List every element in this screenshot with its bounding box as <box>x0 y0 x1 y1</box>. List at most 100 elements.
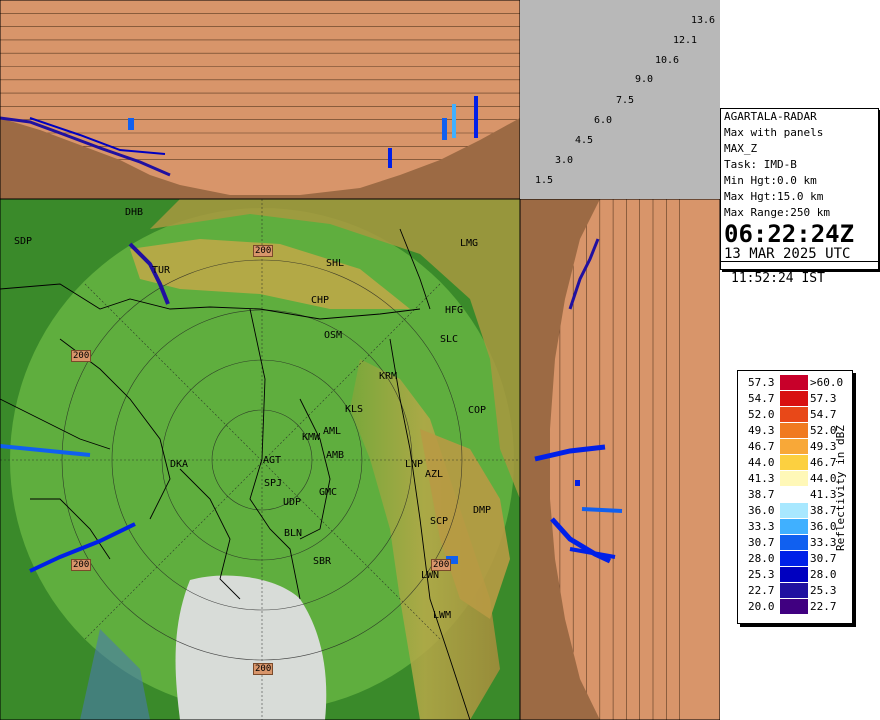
min-height: Min Hgt:0.0 km <box>724 174 817 187</box>
legend-min-value: 44.0 <box>748 456 775 469</box>
city-label: KLS <box>345 404 364 415</box>
legend-min-value: 28.0 <box>748 552 775 565</box>
city-label: LWM <box>433 610 452 621</box>
time-utc: 06:22:24Z <box>724 220 855 248</box>
legend-swatch <box>780 439 808 454</box>
height-label: 9.0 <box>635 74 654 85</box>
legend-min-value: 20.0 <box>748 600 775 613</box>
height-label: 7.5 <box>616 95 635 106</box>
height-scale-panel: 13.6 12.1 10.6 9.0 7.5 6.0 4.5 3.0 1.5 <box>520 0 720 199</box>
city-label: KMW <box>302 432 321 443</box>
legend-min-value: 46.7 <box>748 440 775 453</box>
height-label: 6.0 <box>594 115 613 126</box>
legend-swatch <box>780 407 808 422</box>
legend-swatch <box>780 471 808 486</box>
legend-swatch <box>780 583 808 598</box>
legend-swatch <box>780 375 808 390</box>
city-label: SBR <box>313 556 332 567</box>
legend-min-value: 38.7 <box>748 488 775 501</box>
legend-min-value: 30.7 <box>748 536 775 549</box>
legend-row: 36.0 38.7 <box>738 503 848 518</box>
city-label: LWN <box>421 570 440 581</box>
radar-info-box: AGARTALA-RADAR Max with panels MAX_Z Tas… <box>720 108 879 270</box>
city-label: HFG <box>445 305 464 316</box>
city-label: COP <box>468 405 487 416</box>
legend-swatch <box>780 455 808 470</box>
city-label: OSM <box>324 330 343 341</box>
task-label: Task: IMD-B <box>724 158 797 171</box>
legend-min-value: 54.7 <box>748 392 775 405</box>
legend-min-value: 41.3 <box>748 472 775 485</box>
range-ring-label: 200 <box>253 245 274 257</box>
legend-max-value: 36.0 <box>810 520 837 533</box>
city-label: LMG <box>460 238 479 249</box>
height-label: 1.5 <box>535 175 554 186</box>
max-height: Max Hgt:15.0 km <box>724 190 824 203</box>
legend-max-value: 38.7 <box>810 504 837 517</box>
time-ist: 11:52:24 IST <box>731 271 825 286</box>
legend-row: 46.7 49.3 <box>738 439 848 454</box>
legend-row: 20.0 22.7 <box>738 599 848 614</box>
legend-row: 52.0 54.7 <box>738 407 848 422</box>
range-ring-label: 200 <box>71 350 92 362</box>
radar-name: AGARTALA-RADAR <box>724 110 817 123</box>
legend-row: 25.3 28.0 <box>738 567 848 582</box>
legend-max-value: 57.3 <box>810 392 837 405</box>
legend-min-value: 49.3 <box>748 424 775 437</box>
legend-min-value: 33.3 <box>748 520 775 533</box>
legend-row: 44.0 46.7 <box>738 455 848 470</box>
legend-min-value: 52.0 <box>748 408 775 421</box>
legend-max-value: 28.0 <box>810 568 837 581</box>
city-label: GMC <box>319 487 338 498</box>
height-label: 13.6 <box>691 15 716 26</box>
legend-swatch <box>780 599 808 614</box>
legend-max-value: 54.7 <box>810 408 837 421</box>
city-label: CHP <box>311 295 330 306</box>
legend-min-value: 36.0 <box>748 504 775 517</box>
city-label: SHL <box>326 258 345 269</box>
legend-max-value: 49.3 <box>810 440 837 453</box>
legend-swatch <box>780 535 808 550</box>
city-label: AML <box>323 426 342 437</box>
legend-min-value: 22.7 <box>748 584 775 597</box>
city-label: DHB <box>125 207 144 218</box>
legend-max-value: 33.3 <box>810 536 837 549</box>
legend-max-value: >60.0 <box>810 376 844 389</box>
legend-swatch <box>780 391 808 406</box>
city-label: TUR <box>152 265 171 276</box>
legend-row: 57.3 >60.0 <box>738 375 848 390</box>
city-label: LNP <box>405 459 424 470</box>
legend-row: 33.3 36.0 <box>738 519 848 534</box>
reflectivity-legend: 57.3 >60.0 54.7 57.3 52.0 54.7 49.3 52.0 46.7 49.… <box>737 370 853 624</box>
legend-max-value: 52.0 <box>810 424 837 437</box>
legend-row: 38.7 41.3 <box>738 487 848 502</box>
legend-row: 41.3 44.0 <box>738 471 848 486</box>
date-utc: 13 MAR 2025 UTC <box>721 247 878 262</box>
city-label: KRM <box>379 371 398 382</box>
legend-max-value: 30.7 <box>810 552 837 565</box>
legend-swatch <box>780 567 808 582</box>
legend-swatch <box>780 487 808 502</box>
legend-row: 49.3 52.0 <box>738 423 848 438</box>
top-cross-section-panel <box>0 0 520 199</box>
height-label: 12.1 <box>673 35 698 46</box>
legend-row: 28.0 30.7 <box>738 551 848 566</box>
legend-max-value: 22.7 <box>810 600 837 613</box>
city-label: UDP <box>283 497 302 508</box>
city-label: SPJ <box>264 478 283 489</box>
city-label: AZL <box>425 469 444 480</box>
city-label: SLC <box>440 334 459 345</box>
radar-map <box>0 199 520 720</box>
legend-swatch <box>780 519 808 534</box>
height-label: 3.0 <box>555 155 574 166</box>
legend-swatch <box>780 551 808 566</box>
legend-row: 22.7 25.3 <box>738 583 848 598</box>
side-cross-section-panel <box>520 199 720 720</box>
legend-max-value: 25.3 <box>810 584 837 597</box>
height-label: 10.6 <box>655 55 680 66</box>
city-label: DMP <box>473 505 492 516</box>
product-name: Max with panels <box>724 126 824 139</box>
legend-max-value: 46.7 <box>810 456 837 469</box>
legend-swatch <box>780 423 808 438</box>
range-ring-label: 200 <box>71 559 92 571</box>
